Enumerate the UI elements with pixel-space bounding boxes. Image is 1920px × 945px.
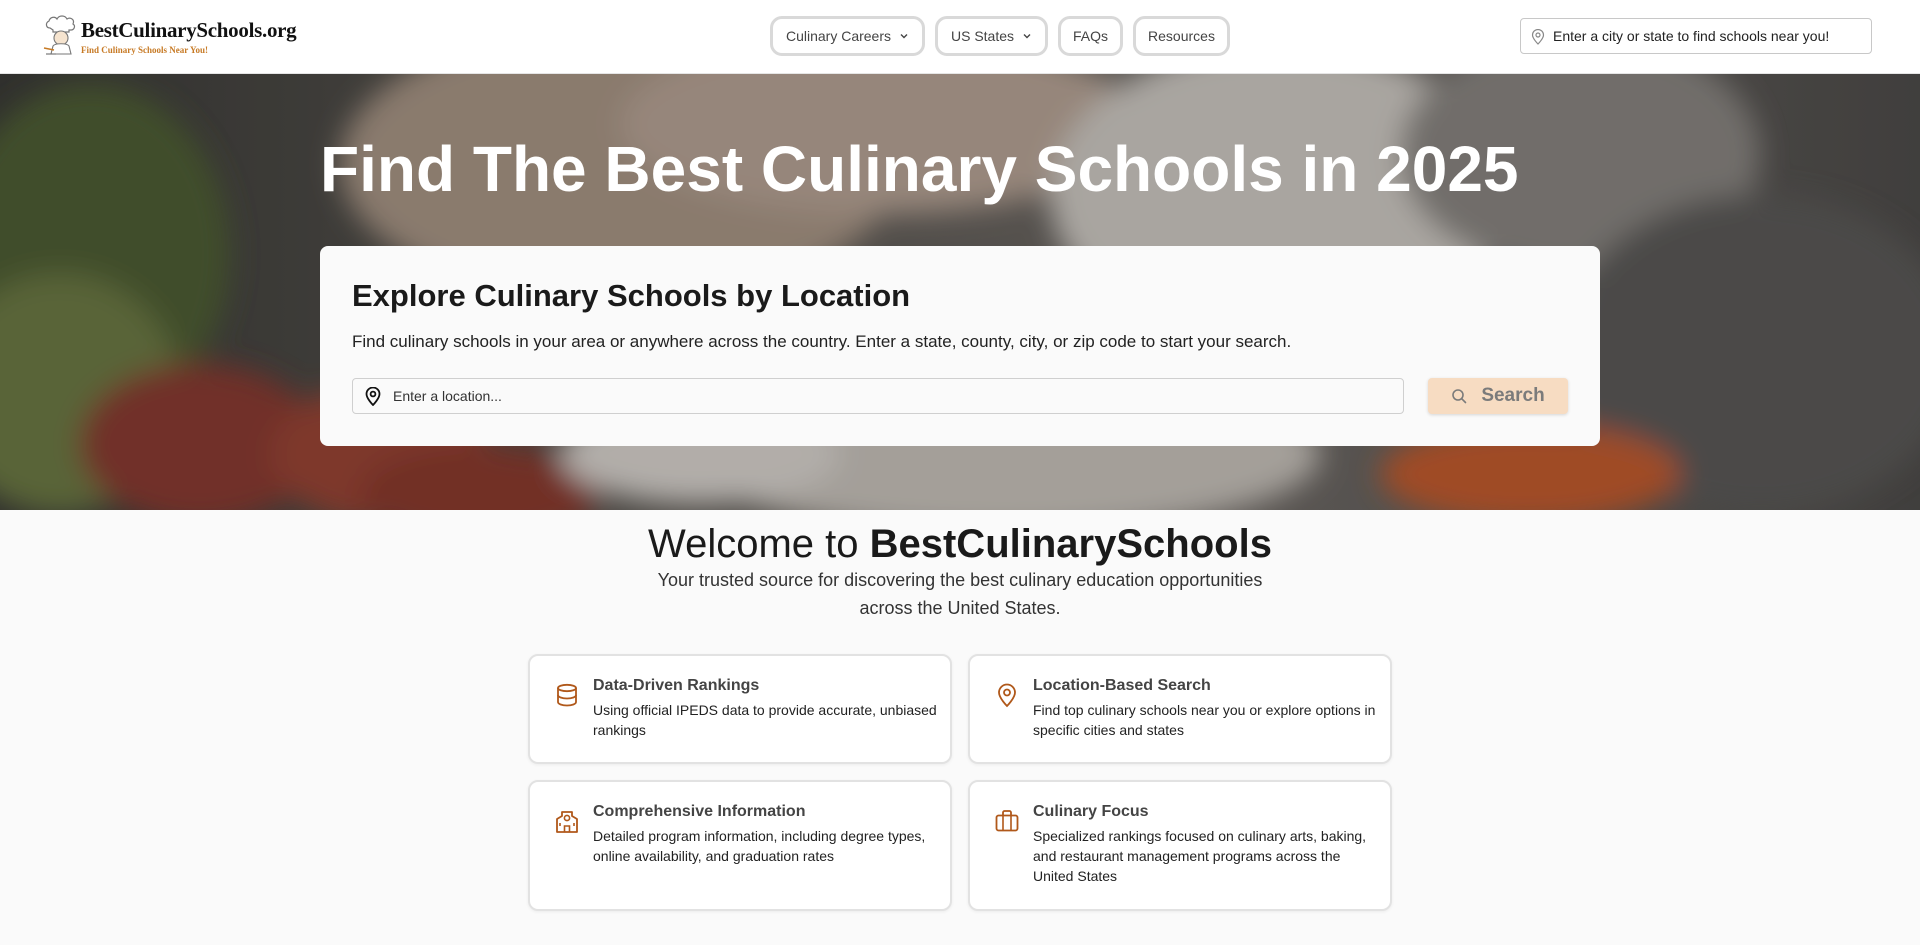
feature-card-rankings: Data-Driven Rankings Using official IPED… — [528, 654, 952, 764]
map-pin-icon — [998, 683, 1016, 708]
feature-card-location: Location-Based Search Find top culinary … — [968, 654, 1392, 764]
welcome-brand: BestCulinarySchools — [869, 522, 1272, 566]
site-logo[interactable]: BestCulinarySchools.org Find Culinary Sc… — [40, 14, 297, 58]
location-input[interactable] — [393, 379, 1393, 413]
chevron-down-icon — [1023, 34, 1031, 39]
location-field[interactable] — [352, 378, 1404, 414]
chevron-down-icon — [900, 34, 908, 39]
hero-section: Find The Best Culinary Schools in 2025 E… — [0, 74, 1920, 510]
feature-title: Comprehensive Information — [593, 803, 806, 820]
header-search-input[interactable] — [1553, 19, 1863, 53]
nav-resources[interactable]: Resources — [1133, 16, 1230, 56]
nav-culinary-careers-label: Culinary Careers — [785, 28, 892, 44]
chef-logo-icon — [43, 15, 76, 55]
search-icon — [1452, 389, 1467, 404]
welcome-subtitle: Your trusted source for discovering the … — [657, 570, 1263, 618]
nav-culinary-careers[interactable]: Culinary Careers — [770, 16, 925, 56]
nav-us-states[interactable]: US States — [935, 16, 1048, 56]
feature-description: Using official IPEDS data to provide acc… — [593, 702, 937, 738]
nav-resources-label: Resources — [1148, 28, 1215, 44]
welcome-heading: Welcome to BestCulinarySchools — [0, 522, 1920, 567]
welcome-prefix: Welcome to — [648, 522, 870, 566]
site-name: BestCulinarySchools.org — [81, 18, 297, 42]
search-card-description: Find culinary schools in your area or an… — [352, 332, 1292, 351]
feature-title: Location-Based Search — [1033, 677, 1211, 694]
nav-faqs-label: FAQs — [1072, 28, 1108, 44]
school-icon — [556, 811, 578, 833]
search-card-title: Explore Culinary Schools by Location — [352, 278, 911, 313]
location-search-card: Explore Culinary Schools by Location Fin… — [320, 246, 1600, 446]
site-tagline: Find Culinary Schools Near You! — [81, 45, 209, 55]
briefcase-icon — [995, 810, 1019, 832]
feature-description: Specialized rankings focused on culinary… — [1033, 828, 1367, 884]
header-location-search[interactable] — [1520, 18, 1872, 54]
feature-title: Data-Driven Rankings — [593, 677, 760, 694]
feature-card-culinary-focus: Culinary Focus Specialized rankings focu… — [968, 780, 1392, 911]
hero-title: Find The Best Culinary Schools in 2025 — [320, 133, 1519, 205]
search-button[interactable]: Search — [1428, 378, 1568, 414]
nav-faqs[interactable]: FAQs — [1058, 16, 1123, 56]
nav-us-states-label: US States — [950, 28, 1015, 44]
map-pin-icon — [1531, 29, 1545, 45]
search-button-label: Search — [1481, 385, 1545, 406]
database-icon — [557, 683, 577, 707]
feature-title: Culinary Focus — [1033, 803, 1149, 820]
feature-description: Detailed program information, including … — [593, 828, 926, 864]
feature-card-information: Comprehensive Information Detailed progr… — [528, 780, 952, 911]
feature-description: Find top culinary schools near you or ex… — [1033, 702, 1376, 738]
site-header: BestCulinarySchools.org Find Culinary Sc… — [0, 0, 1920, 74]
map-pin-icon — [365, 387, 381, 406]
